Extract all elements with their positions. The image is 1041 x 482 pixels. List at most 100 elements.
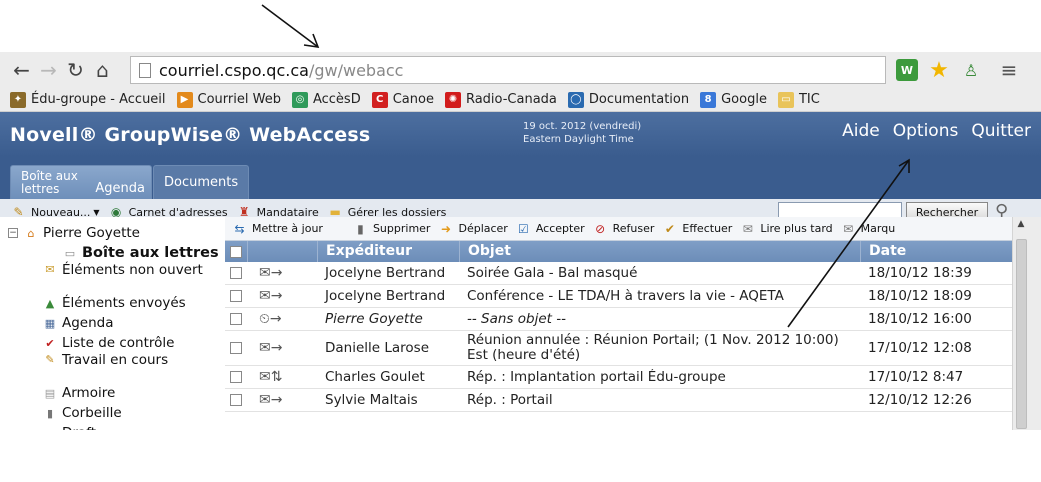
header-subject[interactable]: Objet [459,241,860,262]
row-checkbox[interactable] [230,394,242,406]
move-icon: ➜ [440,221,451,236]
complete-icon: ✔ [664,221,675,236]
groupwise-header: Novell® GroupWise® WebAccess 19 oct. 201… [0,112,1041,157]
row-checkbox-cell [225,342,247,354]
message-status-icon: ✉→ [259,265,283,281]
tab-documents[interactable]: Documents [153,165,250,199]
table-row[interactable]: ✉→ Jocelyne Bertrand Soirée Gala - Bal mas… [225,262,1012,285]
url-host: courriel.cspo.qc.ca [159,60,309,80]
arrow-to-url-head [303,33,320,48]
bookmark-item[interactable]: ◯ Documentation [567,91,689,108]
folder-item[interactable]: ▭ Boîte aux lettres [0,243,225,263]
address-bar[interactable]: courriel.cspo.qc.ca/gw/webacc [130,56,886,84]
bookmark-label: Édu-groupe - Accueil [31,92,166,107]
row-date: 18/10/12 18:09 [868,288,972,304]
home-icon[interactable]: ⌂ [89,52,116,88]
work-icon: ✎ [45,353,55,366]
table-row[interactable]: ✉→ Danielle Larose Réunion annulée : Réuni… [225,331,1012,366]
menu-icon[interactable]: ≡ [998,58,1020,82]
bookmark-item[interactable]: 8 Google [700,91,767,108]
header-date: 19 oct. 2012 (vendredi) Eastern Daylight… [523,120,641,146]
table-row[interactable]: ✉→ Jocelyne Bertrand Conférence - LE TDA/H… [225,285,1012,308]
folder-item[interactable]: ✎ Travail en cours [0,353,225,383]
bookmark-item[interactable]: ✺ Radio-Canada [444,91,557,108]
read-later-button[interactable]: ✉ Lire plus tard [739,220,833,237]
quit-link[interactable]: Quitter [971,121,1031,141]
tab-agenda-inline[interactable]: Agenda [95,182,145,195]
header-from[interactable]: Expéditeur [317,241,459,262]
bookmark-star-icon[interactable]: ★ [928,58,950,83]
extension-icon[interactable]: ♙ [960,59,982,81]
row-subject: Rép. : Portail [467,392,553,408]
folder-item[interactable]: ▮ Corbeille [0,403,225,423]
dropdown-arrow-icon: ▼ [93,207,100,217]
canoe-icon: C [371,91,388,108]
google-icon: 8 [700,91,717,108]
back-icon[interactable]: ← [8,52,35,88]
refresh-label: Mettre à jour [252,222,323,235]
refresh-button[interactable]: ⇆ Mettre à jour [231,220,323,237]
folder-root[interactable]: − ⌂ Pierre Goyette [0,223,225,243]
decline-icon: ⊘ [595,221,606,236]
bookmark-item[interactable]: C Canoe [371,91,434,108]
help-link[interactable]: Aide [842,121,880,141]
url-path: /gw/webacc [308,60,404,80]
folder-item[interactable]: ✉ Éléments non ouvert [0,263,225,293]
bookmark-item[interactable]: ▭ TIC [777,91,820,108]
bookmark-label: Canoe [392,92,434,107]
row-checkbox[interactable] [230,313,242,325]
unopened-icon: ✉ [45,263,55,276]
read-later-icon: ✉ [742,221,753,236]
checklist-icon: ✔ [45,336,55,350]
refresh-icon: ⇆ [234,221,245,236]
select-all-checkbox[interactable] [230,245,242,258]
table-row[interactable]: ⏲→ Pierre Goyette -- Sans objet -- 18/10/12… [225,308,1012,331]
row-subject: Soirée Gala - Bal masqué [467,265,638,281]
row-checkbox[interactable] [230,342,242,354]
folder-label: Corbeille [62,405,122,421]
folder-icon: ▬ [42,426,58,431]
accept-button[interactable]: ☑ Accepter [515,220,585,237]
bookmark-item[interactable]: ✦ Édu-groupe - Accueil [10,91,166,108]
bookmark-item[interactable]: ◎ AccèsD [291,91,361,108]
mark-button[interactable]: ✉ Marqu [840,220,895,237]
message-list: ⇆ Mettre à jour ▮ Supprimer ➜ Déplacer ☑ Acc… [225,217,1012,430]
bookmark-label: TIC [798,92,820,107]
options-link[interactable]: Options [893,121,959,141]
bookmark-item[interactable]: ▶ Courriel Web [176,91,281,108]
collapse-icon[interactable]: − [8,228,18,238]
table-row[interactable]: ✉→ Sylvie Maltais Rép. : Portail 12/10/12 1… [225,389,1012,412]
table-row[interactable]: ✉⇅ Charles Goulet Rép. : Implantation port… [225,366,1012,389]
list-scrollbar[interactable]: ▲ [1012,217,1029,430]
folder-item[interactable]: ✔ Liste de contrôle [0,333,225,353]
folder-item[interactable]: ▬ Draft [0,423,225,430]
scroll-thumb[interactable] [1016,239,1027,429]
row-from: Pierre Goyette [325,311,423,327]
tab-mailbox[interactable]: Boîte aux lettres Agenda [10,165,152,199]
move-button[interactable]: ➜ Déplacer [437,220,508,237]
decline-button[interactable]: ⊘ Refuser [592,220,654,237]
delete-button[interactable]: ▮ Supprimer [352,220,430,237]
cabinet-icon: ▤ [44,386,56,400]
complete-button[interactable]: ✔ Effectuer [661,220,732,237]
row-from: Jocelyne Bertrand [325,265,446,281]
folder-label: Travail en cours [62,352,169,368]
message-status-icon: ✉→ [259,392,283,408]
folder-item[interactable]: ▦ Agenda [0,313,225,333]
header-date[interactable]: Date [860,241,1012,262]
reload-icon[interactable]: ↻ [62,52,89,88]
row-checkbox[interactable] [230,267,242,279]
folder-item[interactable]: ▤ Armoire [0,383,225,403]
courriel-icon: ▶ [176,91,193,108]
folder-icon: ▭ [777,91,794,108]
trash-icon: ▮ [46,406,54,420]
folder-item[interactable]: ▲ Éléments envoyés [0,293,225,313]
scroll-up-icon[interactable]: ▲ [1013,217,1029,231]
row-checkbox-cell [225,371,247,383]
row-date: 12/10/12 12:26 [868,392,972,408]
row-checkbox[interactable] [230,371,242,383]
accept-label: Accepter [535,222,585,235]
row-checkbox[interactable] [230,290,242,302]
forward-icon[interactable]: → [35,52,62,88]
shield-extension-icon[interactable]: W [896,59,918,81]
